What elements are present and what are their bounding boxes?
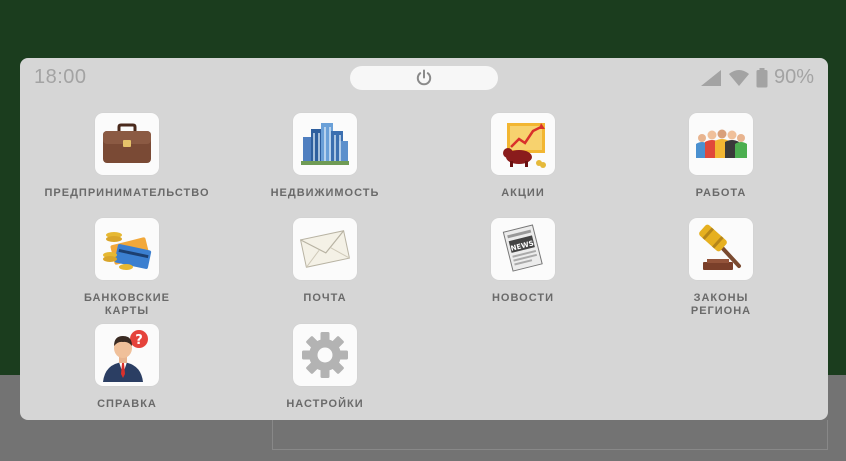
svg-text:?: ? [135,333,143,348]
bank-cards-icon [95,218,159,280]
app-mail[interactable]: ПОЧТА [226,218,424,305]
app-label: ЗАКОНЫ РЕГИОНА [690,292,752,317]
newspaper-icon: NEWS [491,218,555,280]
power-icon [416,69,432,86]
help-person-icon: ? [95,324,159,386]
background-input-outline [272,420,828,450]
app-entrepreneurship[interactable]: ПРЕДПРИНИМАТЕЛЬСТВО [28,113,226,200]
briefcase-icon [95,113,159,175]
app-label: НЕДВИЖИМОСТЬ [270,187,380,199]
app-label: НАСТРОЙКИ [286,398,364,410]
signal-icon [700,69,721,86]
app-label: ПОЧТА [303,292,347,304]
app-settings[interactable]: НАСТРОЙКИ [226,324,424,411]
app-label: СПРАВКА [97,398,157,410]
people-icon [689,113,753,175]
buildings-icon [293,113,357,175]
app-label: АКЦИИ [501,187,545,199]
app-work[interactable]: РАБОТА [622,113,820,200]
app-regional-laws[interactable]: ЗАКОНЫ РЕГИОНА [622,218,820,318]
app-stocks[interactable]: АКЦИИ [424,113,622,200]
app-label: НОВОСТИ [491,292,555,304]
battery-percentage: 90% [773,66,814,88]
app-real-estate[interactable]: НЕДВИЖИМОСТЬ [226,113,424,200]
status-time: 18:00 [34,66,87,88]
power-button[interactable] [350,66,498,90]
app-label: РАБОТА [695,187,747,199]
gavel-icon [689,218,753,280]
status-indicators: 90% [700,66,814,89]
app-news[interactable]: NEWS НОВОСТИ [424,218,622,305]
app-menu-panel: 18:00 90% ПРЕДПРИНИМАТЕЛЬСТВО НЕДВИЖИМОС… [20,58,828,420]
stock-bull-icon [491,113,555,175]
app-help[interactable]: ? СПРАВКА [28,324,226,411]
battery-icon [756,67,768,87]
gear-icon [293,324,357,386]
envelope-icon [293,218,357,280]
app-label: ПРЕДПРИНИМАТЕЛЬСТВО [44,187,210,199]
wifi-icon [728,69,749,86]
app-label: БАНКОВСКИЕ КАРТЫ [83,292,171,317]
app-bank-cards[interactable]: БАНКОВСКИЕ КАРТЫ [28,218,226,318]
